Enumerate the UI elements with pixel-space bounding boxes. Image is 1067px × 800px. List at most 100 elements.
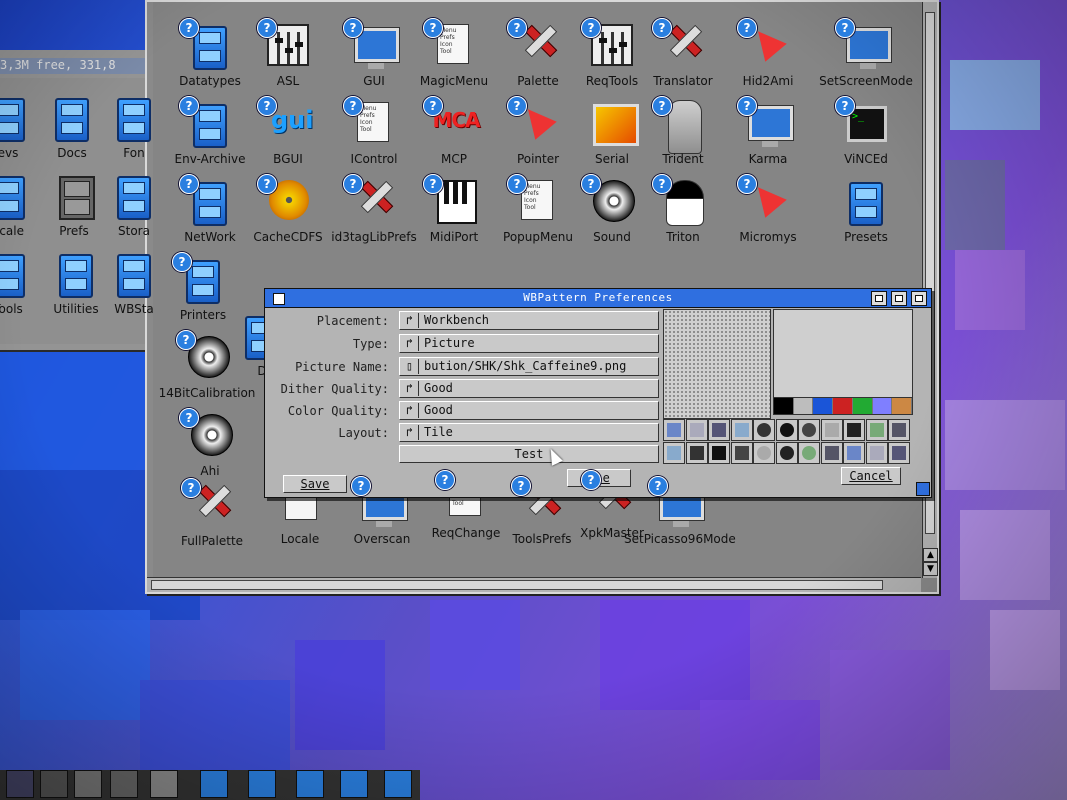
scroll-down-arrow-icon[interactable]: ▼ bbox=[923, 562, 938, 576]
palette-swatch[interactable] bbox=[872, 398, 893, 414]
dock-item-icon[interactable] bbox=[384, 770, 412, 798]
palette-swatch[interactable] bbox=[774, 398, 794, 414]
dock-item-icon[interactable] bbox=[6, 770, 34, 798]
pattern-tool-button[interactable] bbox=[753, 419, 775, 441]
pattern-tool-button[interactable] bbox=[820, 442, 843, 464]
pattern-tools-grid[interactable] bbox=[663, 419, 911, 465]
dock-item-icon[interactable] bbox=[340, 770, 368, 798]
pattern-tool-button[interactable] bbox=[843, 419, 865, 441]
dialog-title-bar[interactable]: WBPattern Preferences bbox=[265, 289, 931, 308]
horizontal-scrollbar[interactable] bbox=[147, 577, 921, 592]
cycle-arrow-icon[interactable]: ↱ bbox=[401, 336, 419, 351]
help-badge-icon: ? bbox=[737, 18, 757, 38]
help-badge-icon: ? bbox=[507, 174, 527, 194]
pattern-tool-button[interactable] bbox=[730, 442, 753, 464]
icon-ahi[interactable]: ? Ahi bbox=[165, 408, 255, 486]
save-button[interactable]: Save bbox=[283, 475, 347, 493]
cycle-gadget-color-quality[interactable]: ↱ Good bbox=[399, 401, 659, 420]
dock-item-icon[interactable] bbox=[74, 770, 102, 798]
horizontal-scroll-knob[interactable] bbox=[151, 580, 883, 590]
cycle-gadget-type[interactable]: ↱ Picture bbox=[399, 334, 659, 353]
palette-swatch[interactable] bbox=[793, 398, 814, 414]
pattern-tool-button[interactable] bbox=[708, 419, 730, 441]
icon-label: WBSta bbox=[114, 302, 154, 316]
zoom-gadget-icon[interactable] bbox=[891, 291, 907, 306]
pattern-tool-button[interactable] bbox=[798, 419, 820, 441]
help-badge-icon: ? bbox=[179, 18, 199, 38]
dock-item-icon[interactable] bbox=[200, 770, 228, 798]
field-label-picture-name: Picture Name: bbox=[295, 360, 389, 374]
test-button[interactable]: Test bbox=[399, 445, 659, 463]
pattern-tool-button[interactable] bbox=[663, 419, 685, 441]
backdrop-square bbox=[950, 60, 1040, 130]
pattern-tool-button[interactable] bbox=[753, 442, 775, 464]
help-badge-icon: ? bbox=[507, 18, 527, 38]
pattern-tool-button[interactable] bbox=[663, 442, 685, 464]
cycle-arrow-icon[interactable]: ↱ bbox=[401, 381, 419, 396]
cycle-gadget-layout[interactable]: ↱ Tile bbox=[399, 423, 659, 442]
pattern-tool-button[interactable] bbox=[685, 442, 708, 464]
help-badge-icon: ? bbox=[257, 18, 277, 38]
palette-swatch[interactable] bbox=[833, 398, 853, 414]
dock-item-icon[interactable] bbox=[40, 770, 68, 798]
icon-presets[interactable]: Presets bbox=[821, 174, 911, 252]
field-value: Good bbox=[424, 403, 453, 417]
fon-icon bbox=[111, 94, 157, 142]
picture-name-field[interactable]: ▯ bution/SHK/Shk_Caffeine9.png bbox=[399, 357, 659, 376]
field-value: bution/SHK/Shk_Caffeine9.png bbox=[424, 359, 627, 373]
palette-swatch[interactable] bbox=[813, 398, 834, 414]
pattern-tool-button[interactable] bbox=[820, 419, 843, 441]
icon-hid2ami[interactable]: ? Hid2Ami bbox=[723, 18, 813, 96]
icon-setscreenmode[interactable]: ? SetScreenMode bbox=[819, 18, 913, 96]
dock-item-icon[interactable] bbox=[110, 770, 138, 798]
color-palette[interactable] bbox=[773, 397, 913, 415]
pattern-tool-button[interactable] bbox=[798, 442, 820, 464]
dock-item-icon[interactable] bbox=[150, 770, 178, 798]
help-badge-icon: ? bbox=[581, 18, 601, 38]
wbpattern-dialog[interactable]: WBPattern Preferences Placement: ↱ Workben… bbox=[264, 288, 932, 498]
backdrop-square bbox=[945, 400, 1065, 490]
pattern-tool-button[interactable] bbox=[865, 442, 888, 464]
resize-gadget-icon[interactable] bbox=[916, 482, 930, 496]
file-requester-icon[interactable]: ▯ bbox=[401, 359, 419, 374]
backdrop-square bbox=[430, 600, 520, 690]
cancel-button[interactable]: Cancel bbox=[841, 467, 901, 485]
save-button-label: Save bbox=[300, 477, 330, 491]
field-label-dither-quality: Dither Quality: bbox=[280, 382, 389, 396]
scroll-up-arrow-icon[interactable]: ▲ bbox=[923, 548, 938, 562]
pattern-edit-area[interactable] bbox=[773, 309, 913, 399]
dock-item-icon[interactable] bbox=[248, 770, 276, 798]
icon-fon[interactable]: Fon bbox=[89, 90, 179, 168]
pattern-tool-button[interactable] bbox=[843, 442, 865, 464]
cycle-arrow-icon[interactable]: ↱ bbox=[401, 425, 419, 440]
icon-wbsta[interactable]: WBSta bbox=[89, 246, 179, 324]
help-badge-icon: ? bbox=[423, 18, 443, 38]
tools-icon bbox=[0, 250, 31, 298]
cycle-arrow-icon[interactable]: ↱ bbox=[401, 313, 419, 328]
wbsta-icon bbox=[111, 250, 157, 298]
icon-label: SetPicasso96Mode bbox=[624, 532, 736, 546]
cycle-gadget-placement[interactable]: ↱ Workbench bbox=[399, 311, 659, 330]
pattern-tool-button[interactable] bbox=[775, 442, 798, 464]
palette-swatch[interactable] bbox=[852, 398, 873, 414]
depth-gadget-icon[interactable] bbox=[911, 291, 927, 306]
dock-item-icon[interactable] bbox=[296, 770, 324, 798]
pattern-tool-button[interactable] bbox=[888, 419, 910, 441]
pattern-tool-button[interactable] bbox=[888, 442, 910, 464]
pattern-tool-button[interactable] bbox=[775, 419, 798, 441]
palette-swatch[interactable] bbox=[892, 398, 913, 414]
icon-micromys[interactable]: ? Micromys bbox=[723, 174, 813, 252]
pattern-tool-button[interactable] bbox=[708, 442, 730, 464]
icon-karma[interactable]: ? Karma bbox=[723, 96, 813, 174]
cycle-gadget-dither-quality[interactable]: ↱ Good bbox=[399, 379, 659, 398]
icon-vinced[interactable]: ? >_ ViNCEd bbox=[821, 96, 911, 174]
icon-fullpalette[interactable]: ? FullPalette bbox=[167, 478, 257, 556]
pattern-tool-button[interactable] bbox=[685, 419, 708, 441]
icon-stora[interactable]: Stora bbox=[89, 168, 179, 246]
back-window-title[interactable]: 3,3M free, 331,8 bbox=[0, 58, 160, 74]
pattern-tool-button[interactable] bbox=[730, 419, 753, 441]
iconify-gadget-icon[interactable] bbox=[871, 291, 887, 306]
pattern-tool-button[interactable] bbox=[865, 419, 888, 441]
test-button-label: Test bbox=[514, 447, 544, 461]
cycle-arrow-icon[interactable]: ↱ bbox=[401, 403, 419, 418]
